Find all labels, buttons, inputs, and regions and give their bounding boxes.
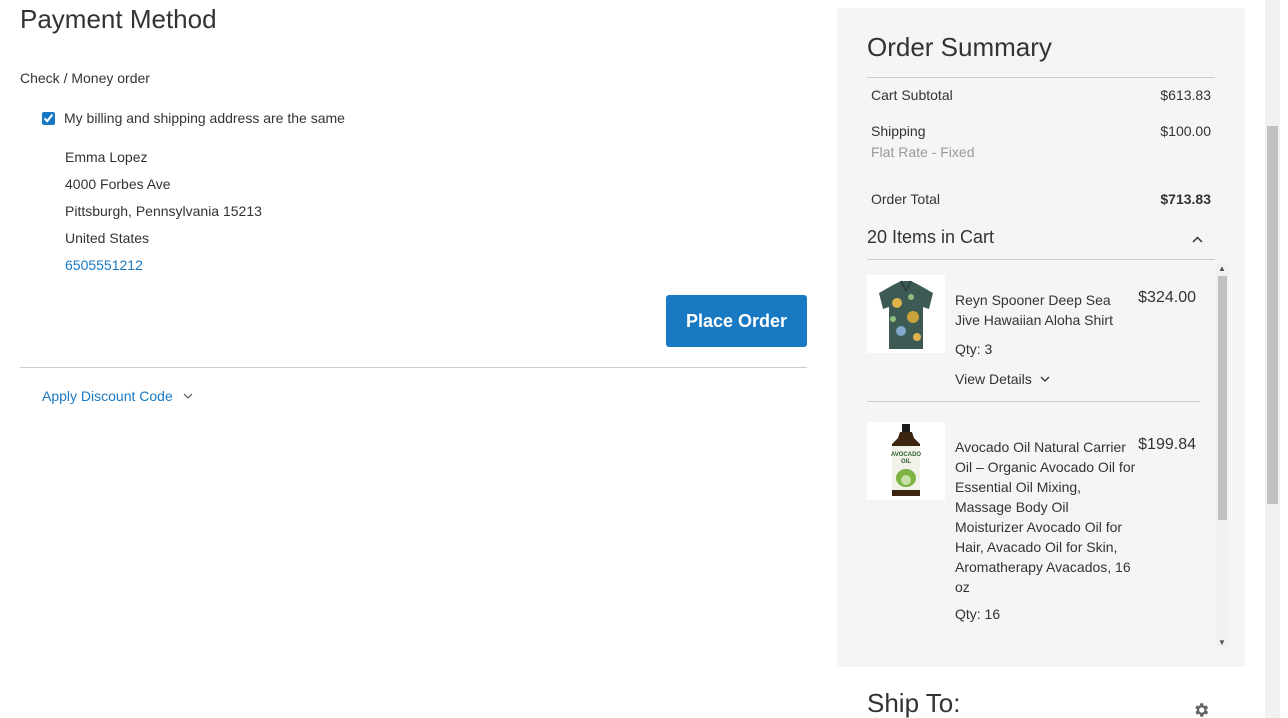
product-image-shirt[interactable] [867, 275, 945, 353]
same-address-label: My billing and shipping address are the … [64, 110, 345, 126]
shipping-label: Shipping [871, 123, 926, 139]
summary-divider [867, 77, 1215, 78]
payment-method-title: Payment Method [20, 4, 217, 34]
items-divider [867, 259, 1215, 260]
order-total-label: Order Total [871, 191, 940, 207]
scroll-up-arrow-icon[interactable]: ▲ [1217, 263, 1227, 273]
cart-subtotal-label: Cart Subtotal [871, 87, 953, 103]
gear-icon[interactable] [1192, 701, 1210, 718]
address-city: Pittsburgh, Pennsylvania 15213 [65, 203, 262, 219]
order-total-row: Order Total $713.83 [871, 191, 1211, 207]
product-qty: Qty: 3 [955, 341, 993, 357]
address-phone-link[interactable]: 6505551212 [65, 257, 143, 273]
address-country: United States [65, 230, 150, 246]
page-scroll-thumb[interactable] [1267, 126, 1278, 504]
svg-text:AVOCADO: AVOCADO [891, 452, 922, 458]
svg-text:OIL: OIL [901, 459, 911, 465]
address-name: Emma Lopez [65, 149, 148, 165]
items-in-cart-label: 20 Items in Cart [867, 227, 995, 247]
same-address-checkbox-row[interactable]: My billing and shipping address are the … [41, 110, 345, 126]
order-summary-title: Order Summary [867, 32, 1052, 62]
cart-items-list: Reyn Spooner Deep Sea Jive Hawaiian Aloh… [867, 274, 1201, 642]
product-image-avocado-oil[interactable]: AVOCADO OIL [867, 422, 945, 500]
cart-items-scrollbar[interactable]: ▲ ▼ [1215, 263, 1229, 647]
scroll-down-arrow-icon[interactable]: ▼ [1217, 637, 1227, 647]
view-details-toggle[interactable]: View Details [955, 371, 1050, 387]
apply-discount-label: Apply Discount Code [42, 388, 173, 404]
apply-discount-toggle[interactable]: Apply Discount Code [42, 388, 193, 404]
product-qty: Qty: 16 [955, 606, 1001, 622]
payment-method-label: Check / Money order [20, 70, 150, 86]
page-scrollbar[interactable] [1265, 0, 1280, 718]
place-order-button[interactable]: Place Order [666, 295, 807, 347]
shipping-method: Flat Rate - Fixed [871, 144, 975, 160]
address-street: 4000 Forbes Ave [65, 176, 171, 192]
checkout-page: Payment Method Check / Money order My bi… [0, 0, 1288, 718]
cart-subtotal-value: $613.83 [1160, 87, 1211, 103]
shipping-value: $100.00 [1160, 123, 1211, 139]
items-in-cart-toggle[interactable]: 20 Items in Cart [867, 227, 1203, 248]
billing-address: Emma Lopez 4000 Forbes Ave Pittsburgh, P… [65, 144, 262, 279]
product-price: $199.84 [1138, 436, 1196, 453]
order-total-value: $713.83 [1160, 191, 1211, 207]
same-address-checkbox[interactable] [42, 111, 55, 125]
item-divider [867, 401, 1200, 402]
view-details-label: View Details [955, 371, 1032, 387]
order-summary-panel: Order Summary Cart Subtotal $613.83 Ship… [837, 8, 1245, 667]
product-name: Avocado Oil Natural Carrier Oil – Organi… [955, 439, 1136, 595]
product-price: $324.00 [1138, 289, 1196, 306]
cart-items-scroll-thumb[interactable] [1218, 276, 1227, 520]
cart-subtotal-row: Cart Subtotal $613.83 [871, 87, 1211, 103]
ship-to-title: Ship To: [867, 688, 961, 718]
chevron-down-icon [1040, 376, 1050, 383]
shipping-row: Shipping $100.00 [871, 123, 1211, 139]
chevron-down-icon [183, 393, 193, 400]
chevron-up-icon [1192, 227, 1203, 248]
section-divider [20, 367, 807, 368]
product-name: Reyn Spooner Deep Sea Jive Hawaiian Aloh… [955, 292, 1113, 328]
